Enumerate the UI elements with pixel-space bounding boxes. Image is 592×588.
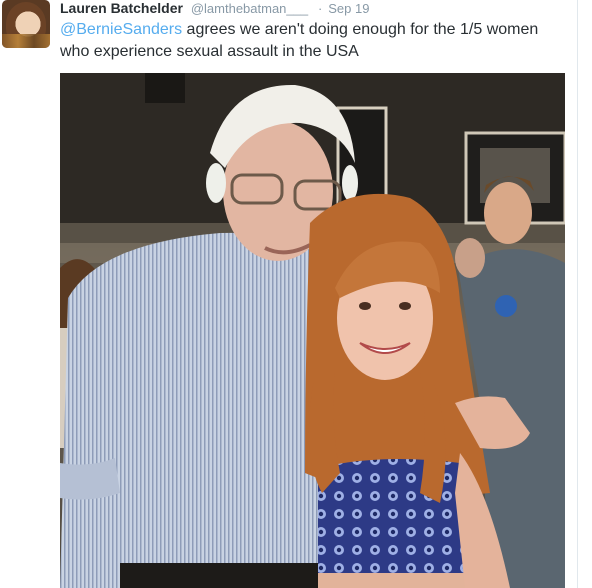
- separator: ·: [318, 1, 323, 16]
- avatar[interactable]: [2, 0, 50, 48]
- tweet-photo[interactable]: [60, 73, 565, 588]
- divider: [577, 0, 578, 588]
- author-handle[interactable]: @lamthebatman___: [191, 1, 308, 16]
- mention-link[interactable]: @BernieSanders: [60, 21, 182, 38]
- photo-illustration: [60, 73, 565, 588]
- tweet-text: @BernieSanders agrees we aren't doing en…: [60, 19, 570, 63]
- tweet-date[interactable]: Sep 19: [328, 1, 369, 16]
- author-name[interactable]: Lauren Batchelder: [60, 0, 183, 16]
- tweet[interactable]: Lauren Batchelder @lamthebatman___ · Sep…: [0, 0, 592, 588]
- avatar-background: [2, 34, 50, 48]
- tweet-header: Lauren Batchelder @lamthebatman___ · Sep…: [60, 0, 369, 17]
